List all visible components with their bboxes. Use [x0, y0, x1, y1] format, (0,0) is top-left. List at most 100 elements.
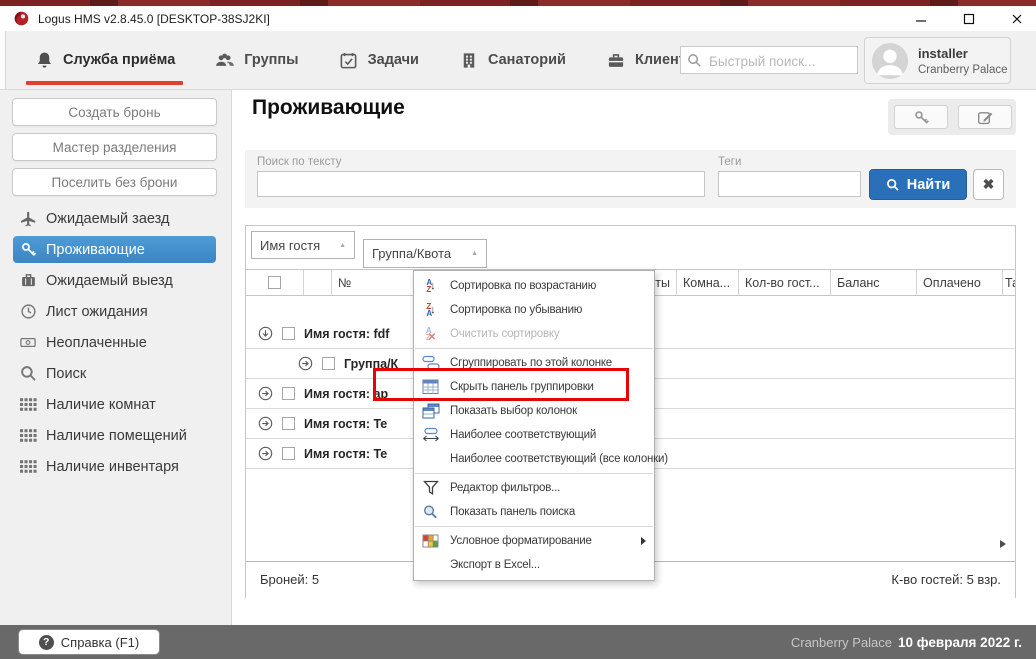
- avatar: [871, 42, 909, 85]
- sidebar-item-inventory-availability[interactable]: Наличие инвентаря: [13, 453, 216, 480]
- no-icon: [420, 556, 442, 574]
- sidebar-item-in-house[interactable]: Проживающие: [13, 236, 216, 263]
- checkin-without-booking-button[interactable]: Поселить без брони: [12, 168, 217, 196]
- text-search-input[interactable]: [257, 171, 705, 197]
- menu-separator: [415, 473, 653, 474]
- menu-separator: [415, 526, 653, 527]
- tags-input[interactable]: [718, 171, 861, 197]
- sidebar-item-expected-arrival[interactable]: Ожидаемый заезд: [13, 205, 216, 232]
- maximize-button[interactable]: [951, 6, 987, 31]
- sidebar-item-search[interactable]: Поиск: [13, 360, 216, 387]
- menu-item-best-fit[interactable]: Наиболее соответствующий: [414, 423, 654, 447]
- tab-front-desk[interactable]: Служба приёма: [34, 31, 175, 89]
- column-header-paid[interactable]: Оплачено: [917, 270, 1003, 295]
- help-button-label: Справка (F1): [61, 635, 139, 650]
- row-checkbox[interactable]: [282, 417, 295, 430]
- expand-icon[interactable]: [257, 446, 273, 462]
- background-window-edge: [0, 31, 6, 89]
- menu-item-column-chooser[interactable]: Показать выбор колонок: [414, 399, 654, 423]
- sidebar-item-label: Неоплаченные: [46, 335, 147, 351]
- question-icon: ?: [39, 635, 54, 650]
- maximize-icon: [963, 13, 975, 25]
- column-chooser-icon: [420, 402, 442, 420]
- menu-separator: [415, 348, 653, 349]
- create-booking-button[interactable]: Создать бронь: [12, 98, 217, 126]
- grid-icon: [18, 395, 38, 415]
- menu-item-clear-sorting[interactable]: AZ✕ Очистить сортировку: [414, 322, 654, 346]
- menu-item-sort-descending[interactable]: ZA↓ Сортировка по убыванию: [414, 298, 654, 322]
- edit-icon: [977, 109, 994, 126]
- find-button-label: Найти: [907, 177, 950, 193]
- collapse-icon[interactable]: [257, 326, 273, 342]
- row-checkbox[interactable]: [322, 357, 335, 370]
- key-icon: [18, 240, 38, 260]
- sidebar-item-expected-departure[interactable]: Ожидаемый выезд: [13, 267, 216, 294]
- tab-label: Задачи: [368, 52, 419, 68]
- row-checkbox[interactable]: [282, 327, 295, 340]
- x-mark-icon: ✖: [983, 176, 995, 193]
- sidebar-item-unpaid[interactable]: Неоплаченные: [13, 329, 216, 356]
- menu-item-export-to-excel[interactable]: Экспорт в Excel...: [414, 553, 654, 577]
- close-button[interactable]: [999, 6, 1035, 31]
- menu-item-show-search-panel[interactable]: Показать панель поиска: [414, 500, 654, 524]
- search-panel: Поиск по тексту Теги Найти ✖: [245, 150, 1016, 208]
- expand-column-header: [304, 270, 332, 295]
- expand-icon[interactable]: [257, 386, 273, 402]
- submenu-arrow-icon: [641, 537, 646, 545]
- sidebar-item-label: Ожидаемый выезд: [46, 273, 173, 289]
- minimize-button[interactable]: [903, 6, 939, 31]
- expand-icon[interactable]: [297, 356, 313, 372]
- sidebar-item-room-availability[interactable]: Наличие комнат: [13, 391, 216, 418]
- calendar-check-icon: [339, 50, 359, 70]
- window-title: Logus HMS v2.8.45.0 [DESKTOP-38SJ2KI]: [38, 12, 270, 26]
- grid-icon: [18, 426, 38, 446]
- menu-item-best-fit-all-columns[interactable]: Наиболее соответствующий (все колонки): [414, 447, 654, 471]
- edit-button[interactable]: [958, 105, 1012, 129]
- column-header-room[interactable]: Комна...: [677, 270, 739, 295]
- clear-search-button[interactable]: ✖: [973, 169, 1004, 200]
- quick-search-input[interactable]: [707, 48, 857, 74]
- sort-descending-icon: ZA↓: [420, 301, 442, 319]
- grid-icon: [18, 457, 38, 477]
- sidebar-item-label: Лист ожидания: [46, 304, 148, 320]
- column-header-guest-count[interactable]: Кол-во гост...: [739, 270, 831, 295]
- suitcase-icon: [18, 271, 38, 291]
- help-button[interactable]: ? Справка (F1): [18, 629, 160, 655]
- group-by-field-guest-name[interactable]: Имя гостя ▲: [251, 231, 355, 259]
- column-header-number[interactable]: №: [332, 270, 420, 295]
- user-name: installer: [918, 46, 968, 61]
- group-row-label: Имя гостя: fdf: [304, 327, 389, 341]
- row-checkbox[interactable]: [282, 387, 295, 400]
- top-navigation: Служба приёма Группы Задачи Санаторий: [0, 31, 1036, 90]
- tab-sanatorium[interactable]: Санаторий: [459, 31, 566, 89]
- sidebar-item-space-availability[interactable]: Наличие помещений: [13, 422, 216, 449]
- select-all-header-cell[interactable]: [246, 270, 304, 295]
- key-button[interactable]: [894, 105, 948, 129]
- sidebar-item-waiting-list[interactable]: Лист ожидания: [13, 298, 216, 325]
- column-header-tariff[interactable]: Та: [1003, 270, 1015, 295]
- find-button[interactable]: Найти: [869, 169, 967, 200]
- close-icon: [1011, 13, 1023, 25]
- annotation-highlight-box: [373, 368, 629, 401]
- filter-icon: [420, 479, 442, 497]
- scrollbar-right-arrow[interactable]: [1000, 540, 1006, 548]
- row-checkbox[interactable]: [282, 447, 295, 460]
- group-by-field-group-quota[interactable]: Группа/Квота ▲: [363, 239, 487, 268]
- menu-item-conditional-formatting[interactable]: Условное форматирование: [414, 529, 654, 553]
- user-card[interactable]: installer Cranberry Palace: [864, 37, 1011, 84]
- menu-item-filter-editor[interactable]: Редактор фильтров...: [414, 476, 654, 500]
- select-all-checkbox[interactable]: [268, 276, 281, 289]
- briefcase-icon: [606, 50, 626, 70]
- tab-tasks[interactable]: Задачи: [339, 31, 419, 89]
- split-wizard-button[interactable]: Мастер разделения: [12, 133, 217, 161]
- menu-item-sort-ascending[interactable]: AZ↓ Сортировка по возрастанию: [414, 274, 654, 298]
- expand-icon[interactable]: [257, 416, 273, 432]
- column-header-balance[interactable]: Баланс: [831, 270, 917, 295]
- sidebar-item-label: Поиск: [46, 366, 86, 382]
- sort-direction-icon: ▲: [339, 242, 346, 249]
- sidebar-item-label: Наличие инвентаря: [46, 459, 179, 475]
- search-panel-icon: [420, 503, 442, 521]
- group-field-label: Имя гостя: [260, 238, 320, 253]
- tab-groups[interactable]: Группы: [215, 31, 298, 89]
- minimize-icon: [915, 13, 927, 25]
